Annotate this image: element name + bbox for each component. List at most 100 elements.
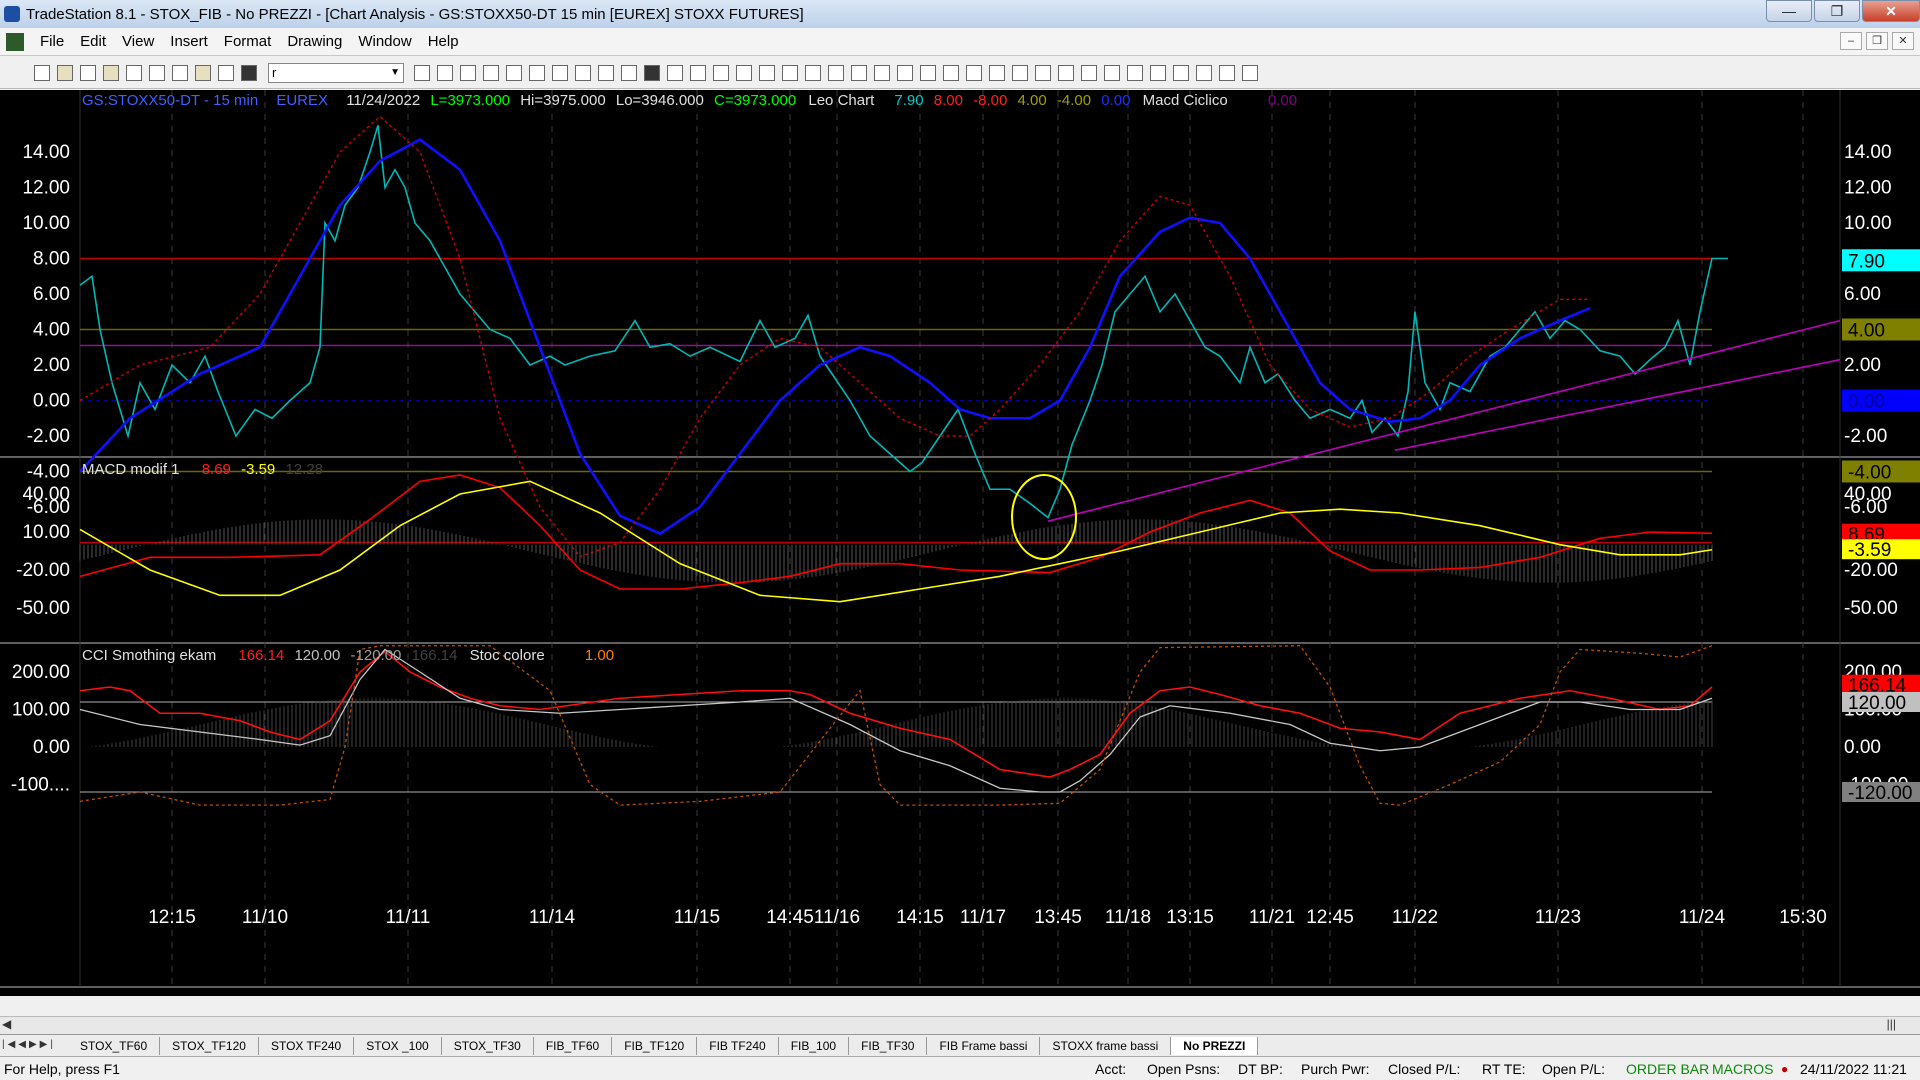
menu-drawing[interactable]: Drawing <box>279 33 350 50</box>
chart-window[interactable]: 12:15 11/10 11/11 11/14 11/15 14:45 11/16 14:15… <box>0 90 1920 996</box>
pencil-icon[interactable] <box>1150 64 1166 81</box>
channel-icon[interactable] <box>1012 64 1028 81</box>
tab-stox-tf120[interactable]: STOX_TF120 <box>160 1036 259 1055</box>
tab-fib-tf30[interactable]: FIB_TF30 <box>849 1036 928 1055</box>
tools-icon[interactable] <box>851 64 867 81</box>
status-datetime: 24/11/2022 11:21 <box>1800 1060 1907 1077</box>
tab-stoxx-frame-bassi[interactable]: STOXX frame bassi <box>1040 1036 1172 1055</box>
rank-icon[interactable] <box>552 64 568 81</box>
menu-insert[interactable]: Insert <box>162 33 216 50</box>
status-macros[interactable]: MACROS <box>1712 1061 1773 1077</box>
grid-icon[interactable] <box>460 64 476 81</box>
play-icon[interactable] <box>414 64 430 81</box>
ellipse-icon[interactable] <box>1196 64 1212 81</box>
gann-fan-icon[interactable] <box>1058 64 1074 81</box>
menu-bar: File Edit View Insert Format Drawing Win… <box>0 28 1920 56</box>
macd-val-0: 8.69 <box>202 461 231 478</box>
minimize-button[interactable]: — <box>1766 0 1812 22</box>
status-help: For Help, press F1 <box>4 1060 120 1077</box>
menu-format[interactable]: Format <box>216 33 280 50</box>
text-icon[interactable] <box>1242 64 1258 81</box>
arrow-icon[interactable] <box>1081 64 1097 81</box>
cut-icon[interactable] <box>241 64 257 81</box>
tab-stox-100[interactable]: STOX _100 <box>354 1036 442 1055</box>
folder-icon[interactable] <box>103 64 119 81</box>
mdi-close-button[interactable]: ✕ <box>1892 32 1914 50</box>
new-icon[interactable] <box>34 64 50 81</box>
menu-view[interactable]: View <box>114 33 162 50</box>
open-icon[interactable] <box>57 64 73 81</box>
data-window-icon[interactable] <box>828 64 844 81</box>
status-acct: Acct: <box>1095 1060 1127 1077</box>
zoom-in-icon[interactable] <box>759 64 775 81</box>
tab-no-prezzi[interactable]: No PREZZI <box>1171 1036 1259 1055</box>
drawing-object-icon[interactable] <box>897 64 913 81</box>
scroll-left-icon[interactable] <box>713 64 729 81</box>
fibonacci-icon[interactable] <box>989 64 1005 81</box>
bar-chart-icon[interactable] <box>644 64 660 81</box>
status-order-bar[interactable]: ORDER BAR <box>1626 1061 1709 1077</box>
chart-icon[interactable] <box>529 64 545 81</box>
tab-fib-tf120[interactable]: FIB_TF120 <box>612 1036 698 1055</box>
scroll-left-arrow-icon[interactable]: ◀ <box>2 1017 11 1031</box>
macd-name: MACD modif 1 <box>82 461 180 478</box>
zoom-symbol-icon[interactable] <box>437 64 453 81</box>
tab-stox-tf30[interactable]: STOX_TF30 <box>442 1036 534 1055</box>
tab-fib-tf60[interactable]: FIB_TF60 <box>534 1036 613 1055</box>
tab-stox-tf240[interactable]: STOX TF240 <box>259 1036 355 1055</box>
radar-icon[interactable] <box>575 64 591 81</box>
indicator-icon[interactable] <box>667 64 683 81</box>
chart-window-icon[interactable] <box>6 32 24 51</box>
tab-stox-tf60[interactable]: STOX_TF60 <box>68 1036 161 1055</box>
panel2-left-tick: 40.00 <box>22 484 70 505</box>
maximize-button[interactable]: ❐ <box>1814 0 1860 22</box>
trendline-icon[interactable] <box>920 64 936 81</box>
cci-val-1: 120.00 <box>294 647 340 664</box>
tab-fib-frame-bassi[interactable]: FIB Frame bassi <box>927 1036 1041 1055</box>
last-label: L=3973.000 <box>430 92 510 109</box>
zoom-out-icon[interactable] <box>782 64 798 81</box>
calculator-icon[interactable] <box>506 64 522 81</box>
menu-file[interactable]: File <box>32 33 72 50</box>
vertical-line-icon[interactable] <box>966 64 982 81</box>
chart-analysis-icon[interactable] <box>621 64 637 81</box>
window-icon[interactable] <box>483 64 499 81</box>
horizontal-scrollbar[interactable]: ◀ ||| <box>0 1016 1920 1034</box>
copy-icon[interactable] <box>80 64 96 81</box>
paste-icon[interactable] <box>218 64 234 81</box>
tab-fib-tf240[interactable]: FIB TF240 <box>697 1036 779 1055</box>
print-preview-icon[interactable] <box>172 64 188 81</box>
speed-line-icon[interactable] <box>1035 64 1051 81</box>
strategy-icon[interactable] <box>690 64 706 81</box>
panel1-right-tick: 2.00 <box>1844 355 1881 376</box>
mdi-restore-button[interactable]: ❐ <box>1866 32 1888 50</box>
close-button[interactable]: ✕ <box>1862 0 1920 22</box>
menu-help[interactable]: Help <box>420 33 467 50</box>
panel1-left-tick: -4.00 <box>27 462 70 483</box>
arc-icon[interactable] <box>1127 64 1143 81</box>
save-icon[interactable] <box>126 64 142 81</box>
andrews-pitchfork-icon[interactable] <box>1104 64 1120 81</box>
scroll-grip-icon[interactable]: ||| <box>1887 1017 1896 1031</box>
x-axis-label: 12:45 <box>1306 907 1354 928</box>
tab-fib-100[interactable]: FIB_100 <box>779 1036 850 1055</box>
chevron-down-icon[interactable]: ▼ <box>390 64 400 82</box>
insert-analysis-icon[interactable] <box>874 64 890 81</box>
matrix-icon[interactable] <box>598 64 614 81</box>
chart-svg[interactable]: 12:15 11/10 11/11 11/14 11/15 14:45 11/16 14:15… <box>0 90 1920 996</box>
mdi-minimize-button[interactable]: – <box>1840 32 1862 50</box>
print-icon[interactable] <box>149 64 165 81</box>
horizontal-line-icon[interactable] <box>943 64 959 81</box>
lock-icon[interactable] <box>195 64 211 81</box>
macd-flag-text: -3.59 <box>1848 540 1891 561</box>
rectangle-icon[interactable] <box>1219 64 1235 81</box>
panel2-left-tick: -50.00 <box>16 598 70 619</box>
tab-navigation-icon[interactable]: |◀◀▶▶| <box>2 1039 56 1050</box>
menu-window[interactable]: Window <box>350 33 419 50</box>
scroll-right-icon[interactable] <box>736 64 752 81</box>
menu-edit[interactable]: Edit <box>72 33 114 50</box>
symbol-combo[interactable]: r ▼ <box>268 62 404 83</box>
pointer-icon[interactable] <box>805 64 821 81</box>
up-arrow-icon[interactable] <box>1173 64 1189 81</box>
close-label: C=3973.000 <box>714 92 796 109</box>
